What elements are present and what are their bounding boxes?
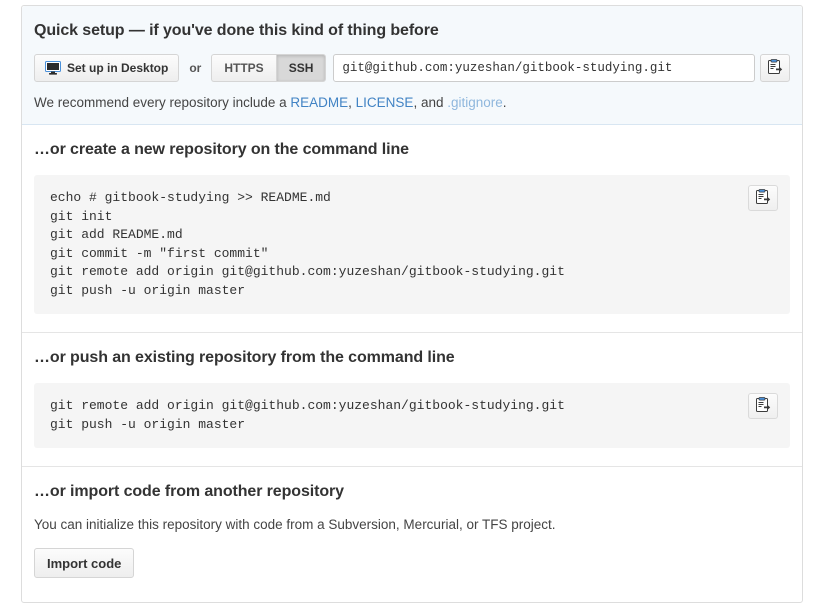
set-up-in-desktop-button[interactable]: Set up in Desktop (34, 54, 179, 82)
protocol-https-button[interactable]: HTTPS (211, 54, 275, 82)
monitor-icon (45, 61, 61, 75)
clipboard-copy-icon (755, 189, 771, 208)
gitignore-link[interactable]: .gitignore (447, 95, 503, 110)
clipboard-copy-icon (755, 397, 771, 416)
or-label: or (179, 54, 211, 82)
create-repository-code: echo # gitbook-studying >> README.md git… (50, 189, 774, 300)
import-code-section: …or import code from another repository … (22, 467, 802, 602)
push-existing-section: …or push an existing repository from the… (22, 333, 802, 467)
protocol-https-label: HTTPS (224, 61, 263, 75)
clipboard-copy-icon (767, 59, 783, 78)
quick-setup-title: Quick setup — if you've done this kind o… (34, 22, 790, 40)
create-repository-title: …or create a new repository on the comma… (34, 141, 790, 159)
push-existing-title: …or push an existing repository from the… (34, 349, 790, 367)
set-up-in-desktop-label: Set up in Desktop (67, 61, 168, 75)
import-code-title: …or import code from another repository (34, 483, 790, 501)
protocol-toggle-group: HTTPS SSH (211, 54, 326, 82)
create-repository-code-block: echo # gitbook-studying >> README.md git… (34, 175, 790, 314)
recommend-sep2: , and (413, 95, 447, 110)
recommend-prefix: We recommend every repository include a (34, 95, 290, 110)
license-link[interactable]: LICENSE (356, 95, 414, 110)
import-code-button-label: Import code (47, 556, 121, 571)
copy-create-repository-code-button[interactable] (748, 185, 778, 211)
copy-push-existing-code-button[interactable] (748, 393, 778, 419)
push-existing-code: git remote add origin git@github.com:yuz… (50, 397, 774, 434)
create-repository-section: …or create a new repository on the comma… (22, 125, 802, 333)
repo-setup-container: Quick setup — if you've done this kind o… (21, 5, 803, 603)
recommend-text: We recommend every repository include a … (34, 95, 790, 110)
quick-setup-panel: Quick setup — if you've done this kind o… (22, 6, 802, 125)
copy-clone-url-button[interactable] (760, 54, 790, 82)
import-code-description: You can initialize this repository with … (34, 517, 790, 532)
recommend-sep1: , (348, 95, 356, 110)
recommend-suffix: . (503, 95, 507, 110)
readme-link[interactable]: README (290, 95, 348, 110)
import-code-button[interactable]: Import code (34, 548, 134, 578)
push-existing-code-block: git remote add origin git@github.com:yuz… (34, 383, 790, 448)
protocol-ssh-button[interactable]: SSH (276, 54, 327, 82)
clone-url-input[interactable] (333, 54, 755, 82)
protocol-ssh-label: SSH (289, 61, 314, 75)
clone-url-row: Set up in Desktop or HTTPS SSH (34, 54, 790, 82)
